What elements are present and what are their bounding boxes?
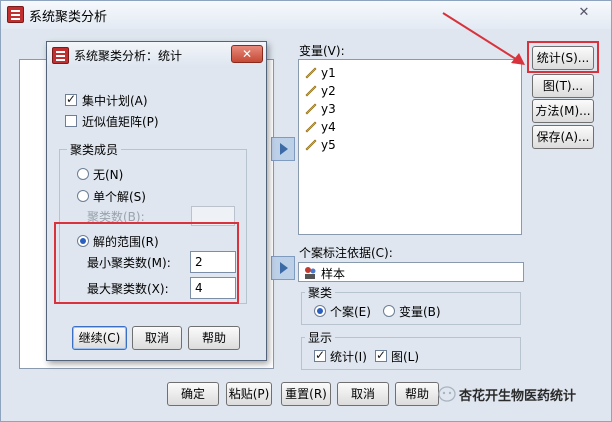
nominal-variable-icon bbox=[305, 267, 316, 279]
variable-label: y5 bbox=[321, 138, 336, 152]
min-clusters-input[interactable]: 2 bbox=[190, 251, 236, 273]
continue-button[interactable]: 继续(C) bbox=[72, 326, 127, 350]
single-solution-radio[interactable] bbox=[77, 190, 89, 202]
cancel-button[interactable]: 取消 bbox=[337, 382, 389, 406]
variable-label: y2 bbox=[321, 84, 336, 98]
case-label-field[interactable]: 样本 bbox=[298, 262, 524, 282]
none-label: 无(N) bbox=[93, 168, 124, 182]
wechat-logo-icon bbox=[438, 386, 456, 402]
reset-button[interactable]: 重置(R) bbox=[281, 382, 331, 406]
case-label-caption: 个案标注依据(C): bbox=[299, 246, 393, 260]
cluster-variables-radio[interactable] bbox=[383, 305, 395, 317]
paste-button[interactable]: 粘贴(P) bbox=[226, 382, 272, 406]
main-close-button[interactable]: ✕ bbox=[567, 5, 601, 23]
app-icon bbox=[7, 6, 24, 23]
proximity-matrix-checkbox[interactable] bbox=[65, 115, 77, 127]
agglomeration-schedule-label: 集中计划(A) bbox=[82, 94, 148, 108]
dialog-title: 系统聚类分析：统计 bbox=[74, 49, 183, 63]
variable-item-y3[interactable]: y3 bbox=[299, 100, 521, 118]
variables-label: 变量(V): bbox=[299, 44, 345, 58]
cluster-cases-label: 个案(E) bbox=[330, 305, 371, 319]
watermark-text: 杏花开生物医药统计 bbox=[459, 389, 577, 404]
membership-group-label: 聚类成员 bbox=[67, 141, 122, 158]
scale-ruler-icon bbox=[305, 103, 317, 115]
statistics-button[interactable]: 统计(S)... bbox=[532, 46, 594, 70]
range-label: 解的范围(R) bbox=[93, 235, 159, 249]
variable-item-y4[interactable]: y4 bbox=[299, 118, 521, 136]
cluster-variables-label: 变量(B) bbox=[399, 305, 441, 319]
display-plots-label: 图(L) bbox=[391, 350, 420, 364]
help-button[interactable]: 帮助 bbox=[395, 382, 439, 406]
display-plots-checkbox[interactable] bbox=[375, 348, 387, 362]
display-statistics-checkbox[interactable] bbox=[314, 348, 326, 362]
method-button[interactable]: 方法(M)... bbox=[532, 99, 594, 123]
none-radio[interactable] bbox=[77, 168, 89, 180]
ok-button[interactable]: 确定 bbox=[167, 382, 219, 406]
case-label-value: 样本 bbox=[321, 267, 346, 281]
dialog-help-button[interactable]: 帮助 bbox=[188, 326, 240, 350]
max-clusters-input[interactable]: 4 bbox=[190, 277, 236, 299]
variables-list[interactable]: y1 y2 y3 y4 y5 bbox=[298, 59, 522, 235]
move-to-variables-arrow-icon[interactable] bbox=[271, 137, 295, 161]
variable-item-y2[interactable]: y2 bbox=[299, 82, 521, 100]
scale-ruler-icon bbox=[305, 139, 317, 151]
range-radio[interactable] bbox=[77, 235, 89, 247]
annotation-arrow-icon bbox=[442, 12, 525, 65]
dialog-cancel-button[interactable]: 取消 bbox=[132, 326, 182, 350]
variable-label: y3 bbox=[321, 102, 336, 116]
main-window-title: 系统聚类分析 bbox=[29, 10, 108, 25]
cluster-group-label: 聚类 bbox=[305, 284, 336, 301]
plots-button[interactable]: 图(T)... bbox=[532, 74, 594, 98]
dialog-title-bar: 系统聚类分析：统计 ✕ bbox=[47, 42, 266, 68]
variable-label: y4 bbox=[321, 120, 336, 134]
statistics-dialog: 系统聚类分析：统计 ✕ 集中计划(A) 近似值矩阵(P) 聚类成员 无(N) 单… bbox=[46, 41, 267, 361]
agglomeration-schedule-checkbox[interactable] bbox=[65, 92, 77, 106]
variable-label: y1 bbox=[321, 66, 336, 80]
scale-ruler-icon bbox=[305, 85, 317, 97]
dialog-close-button[interactable]: ✕ bbox=[231, 45, 263, 63]
cluster-cases-radio[interactable] bbox=[314, 305, 326, 317]
scale-ruler-icon bbox=[305, 67, 317, 79]
variable-item-y5[interactable]: y5 bbox=[299, 136, 521, 154]
min-clusters-label: 最小聚类数(M): bbox=[87, 256, 171, 270]
save-button[interactable]: 保存(A)... bbox=[532, 125, 594, 149]
dialog-app-icon bbox=[52, 47, 69, 64]
scale-ruler-icon bbox=[305, 121, 317, 133]
move-to-case-label-arrow-icon[interactable] bbox=[271, 256, 295, 280]
display-statistics-label: 统计(I) bbox=[330, 350, 367, 364]
single-solution-label: 单个解(S) bbox=[93, 190, 146, 204]
display-group-label: 显示 bbox=[305, 329, 336, 346]
max-clusters-label: 最大聚类数(X): bbox=[87, 282, 169, 296]
proximity-matrix-label: 近似值矩阵(P) bbox=[82, 115, 159, 129]
